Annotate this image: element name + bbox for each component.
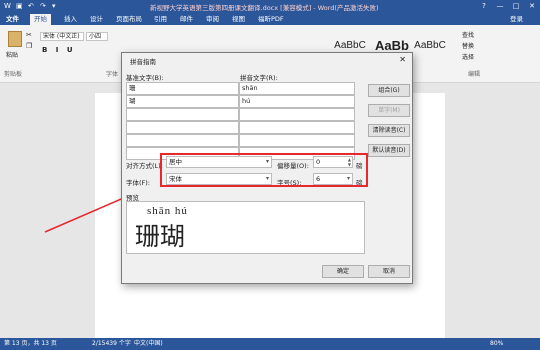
zoom-level[interactable]: 80% [490, 338, 503, 350]
status-bar: 第 13 页，共 13 页 2/15439 个字 中文(中国) 80% [0, 338, 540, 350]
font-label: 字体(F): [126, 179, 151, 187]
ruby-cell[interactable]: shān [239, 82, 355, 95]
ruby-cell[interactable] [239, 108, 355, 121]
dialog-title: 拼音指南 [130, 58, 156, 66]
page-count[interactable]: 第 13 页，共 13 页 [4, 338, 57, 350]
base-cell[interactable] [126, 121, 239, 134]
ok-button[interactable]: 确定 [322, 265, 364, 278]
base-cell[interactable] [126, 108, 239, 121]
base-cell[interactable] [126, 134, 239, 147]
ruby-cell[interactable] [239, 134, 355, 147]
cancel-button[interactable]: 取消 [368, 265, 410, 278]
ruby-cell[interactable]: hú [239, 95, 355, 108]
language-indicator[interactable]: 中文(中国) [134, 338, 163, 350]
default-reading-button[interactable]: 默认读音(D) [368, 144, 410, 157]
preview-pinyin: shān hú [147, 205, 188, 217]
dialog-close-icon[interactable]: ✕ [399, 55, 406, 64]
base-cell[interactable]: 珊 [126, 82, 239, 95]
word-count[interactable]: 2/15439 个字 [92, 338, 131, 350]
highlight-box [160, 153, 368, 187]
base-cell[interactable]: 瑚 [126, 95, 239, 108]
ruby-cell[interactable] [239, 121, 355, 134]
base-text-label: 基准文字(B): [126, 74, 164, 82]
preview-box: shān hú 珊瑚 [126, 201, 365, 254]
ruby-text-label: 拼音文字(R): [240, 74, 278, 82]
alignment-label: 对齐方式(L): [126, 162, 163, 170]
preview-hanzi: 珊瑚 [135, 222, 186, 251]
separate-button[interactable]: 单字(M) [368, 104, 410, 117]
combine-button[interactable]: 组合(G) [368, 84, 410, 97]
clear-button[interactable]: 清除读音(C) [368, 124, 410, 137]
